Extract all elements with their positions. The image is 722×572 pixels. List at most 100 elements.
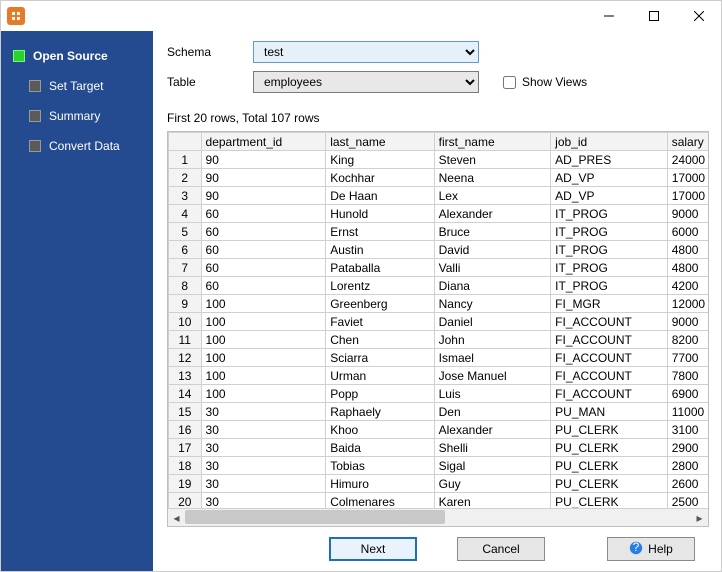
cell[interactable]: Sigal	[434, 457, 551, 475]
cell[interactable]: 17000	[667, 169, 708, 187]
scroll-left-icon[interactable]: ◂	[168, 509, 185, 526]
cell[interactable]: Alexander	[434, 205, 551, 223]
col-header[interactable]: last_name	[326, 133, 434, 151]
cell[interactable]: FI_ACCOUNT	[551, 385, 668, 403]
cell[interactable]: 2900	[667, 439, 708, 457]
cell[interactable]: Bruce	[434, 223, 551, 241]
cell[interactable]: 7700	[667, 349, 708, 367]
cell[interactable]: Austin	[326, 241, 434, 259]
cell[interactable]: AD_PRES	[551, 151, 668, 169]
table-row[interactable]: 660AustinDavidIT_PROG4800DAUSTIN103	[169, 241, 709, 259]
cell[interactable]: Karen	[434, 493, 551, 509]
cell[interactable]: Sciarra	[326, 349, 434, 367]
cell[interactable]: 3100	[667, 421, 708, 439]
cell[interactable]: Daniel	[434, 313, 551, 331]
cell[interactable]: 30	[201, 475, 326, 493]
cell[interactable]: Steven	[434, 151, 551, 169]
cell[interactable]: Luis	[434, 385, 551, 403]
table-row[interactable]: 1730BaidaShelliPU_CLERK2900SBAIDA114	[169, 439, 709, 457]
cell[interactable]: IT_PROG	[551, 205, 668, 223]
table-row[interactable]: 190KingStevenAD_PRES24000SKINGnull	[169, 151, 709, 169]
cell[interactable]: IT_PROG	[551, 223, 668, 241]
cell[interactable]: 24000	[667, 151, 708, 169]
cell[interactable]: 17000	[667, 187, 708, 205]
table-select[interactable]: employees	[253, 71, 479, 93]
cell[interactable]: Colmenares	[326, 493, 434, 509]
col-header[interactable]: first_name	[434, 133, 551, 151]
table-row[interactable]: 1530RaphaelyDenPU_MAN11000DRAPHEAL100	[169, 403, 709, 421]
cell[interactable]: FI_MGR	[551, 295, 668, 313]
close-button[interactable]	[676, 1, 721, 31]
cell[interactable]: FI_ACCOUNT	[551, 331, 668, 349]
cell[interactable]: PU_CLERK	[551, 421, 668, 439]
table-row[interactable]: 14100PoppLuisFI_ACCOUNT6900LPOPP108	[169, 385, 709, 403]
cell[interactable]: 4800	[667, 241, 708, 259]
cell[interactable]: 30	[201, 439, 326, 457]
cell[interactable]: 100	[201, 367, 326, 385]
cell[interactable]: Chen	[326, 331, 434, 349]
table-row[interactable]: 1630KhooAlexanderPU_CLERK3100AKHOO114	[169, 421, 709, 439]
cell[interactable]: Neena	[434, 169, 551, 187]
schema-select[interactable]: test	[253, 41, 479, 63]
cell[interactable]: King	[326, 151, 434, 169]
table-row[interactable]: 860LorentzDianaIT_PROG4200DLORENTZ103	[169, 277, 709, 295]
cell[interactable]: Pataballa	[326, 259, 434, 277]
cell[interactable]: Lorentz	[326, 277, 434, 295]
cell[interactable]: 60	[201, 259, 326, 277]
cell[interactable]: Shelli	[434, 439, 551, 457]
cell[interactable]: Greenberg	[326, 295, 434, 313]
cell[interactable]: 100	[201, 313, 326, 331]
cell[interactable]: 8200	[667, 331, 708, 349]
table-row[interactable]: 1930HimuroGuyPU_CLERK2600GHIMURO114	[169, 475, 709, 493]
cell[interactable]: Raphaely	[326, 403, 434, 421]
cell[interactable]: PU_CLERK	[551, 475, 668, 493]
help-button[interactable]: ? Help	[607, 537, 695, 561]
cell[interactable]: 30	[201, 421, 326, 439]
horizontal-scrollbar[interactable]: ◂ ▸	[168, 508, 708, 526]
sidebar-step-0[interactable]: Open Source	[1, 41, 153, 71]
col-header[interactable]: job_id	[551, 133, 668, 151]
table-row[interactable]: 9100GreenbergNancyFI_MGR12000NGREENBE101	[169, 295, 709, 313]
cell[interactable]: 60	[201, 223, 326, 241]
sidebar-step-2[interactable]: Summary	[1, 101, 153, 131]
show-views-input[interactable]	[503, 76, 516, 89]
cell[interactable]: IT_PROG	[551, 259, 668, 277]
maximize-button[interactable]	[631, 1, 676, 31]
cell[interactable]: Khoo	[326, 421, 434, 439]
table-row[interactable]: 560ErnstBruceIT_PROG6000BERNST103	[169, 223, 709, 241]
table-row[interactable]: 460HunoldAlexanderIT_PROG9000AHUNOLD102	[169, 205, 709, 223]
cell[interactable]: 90	[201, 187, 326, 205]
table-row[interactable]: 12100SciarraIsmaelFI_ACCOUNT7700ISCIARRA…	[169, 349, 709, 367]
cell[interactable]: Ismael	[434, 349, 551, 367]
sidebar-step-1[interactable]: Set Target	[1, 71, 153, 101]
sidebar-step-3[interactable]: Convert Data	[1, 131, 153, 161]
cell[interactable]: Valli	[434, 259, 551, 277]
scroll-right-icon[interactable]: ▸	[691, 509, 708, 526]
cell[interactable]: Hunold	[326, 205, 434, 223]
cell[interactable]: De Haan	[326, 187, 434, 205]
cell[interactable]: 60	[201, 277, 326, 295]
cell[interactable]: Nancy	[434, 295, 551, 313]
cell[interactable]: Himuro	[326, 475, 434, 493]
cell[interactable]: 2800	[667, 457, 708, 475]
cell[interactable]: Tobias	[326, 457, 434, 475]
table-row[interactable]: 390De HaanLexAD_VP17000LDEHAAN100	[169, 187, 709, 205]
cell[interactable]: FI_ACCOUNT	[551, 349, 668, 367]
table-row[interactable]: 2030ColmenaresKarenPU_CLERK2500KCOLMENA1…	[169, 493, 709, 509]
cell[interactable]: IT_PROG	[551, 241, 668, 259]
table-row[interactable]: 10100FavietDanielFI_ACCOUNT9000DFAVIET10…	[169, 313, 709, 331]
cell[interactable]: AD_VP	[551, 169, 668, 187]
col-header[interactable]: salary	[667, 133, 708, 151]
cell[interactable]: Guy	[434, 475, 551, 493]
cell[interactable]: 100	[201, 385, 326, 403]
cell[interactable]: 30	[201, 457, 326, 475]
cell[interactable]: PU_CLERK	[551, 439, 668, 457]
cell[interactable]: FI_ACCOUNT	[551, 313, 668, 331]
cell[interactable]: Faviet	[326, 313, 434, 331]
cell[interactable]: Lex	[434, 187, 551, 205]
cell[interactable]: 2600	[667, 475, 708, 493]
cell[interactable]: 30	[201, 403, 326, 421]
cell[interactable]: 4200	[667, 277, 708, 295]
cell[interactable]: 6000	[667, 223, 708, 241]
cell[interactable]: Popp	[326, 385, 434, 403]
